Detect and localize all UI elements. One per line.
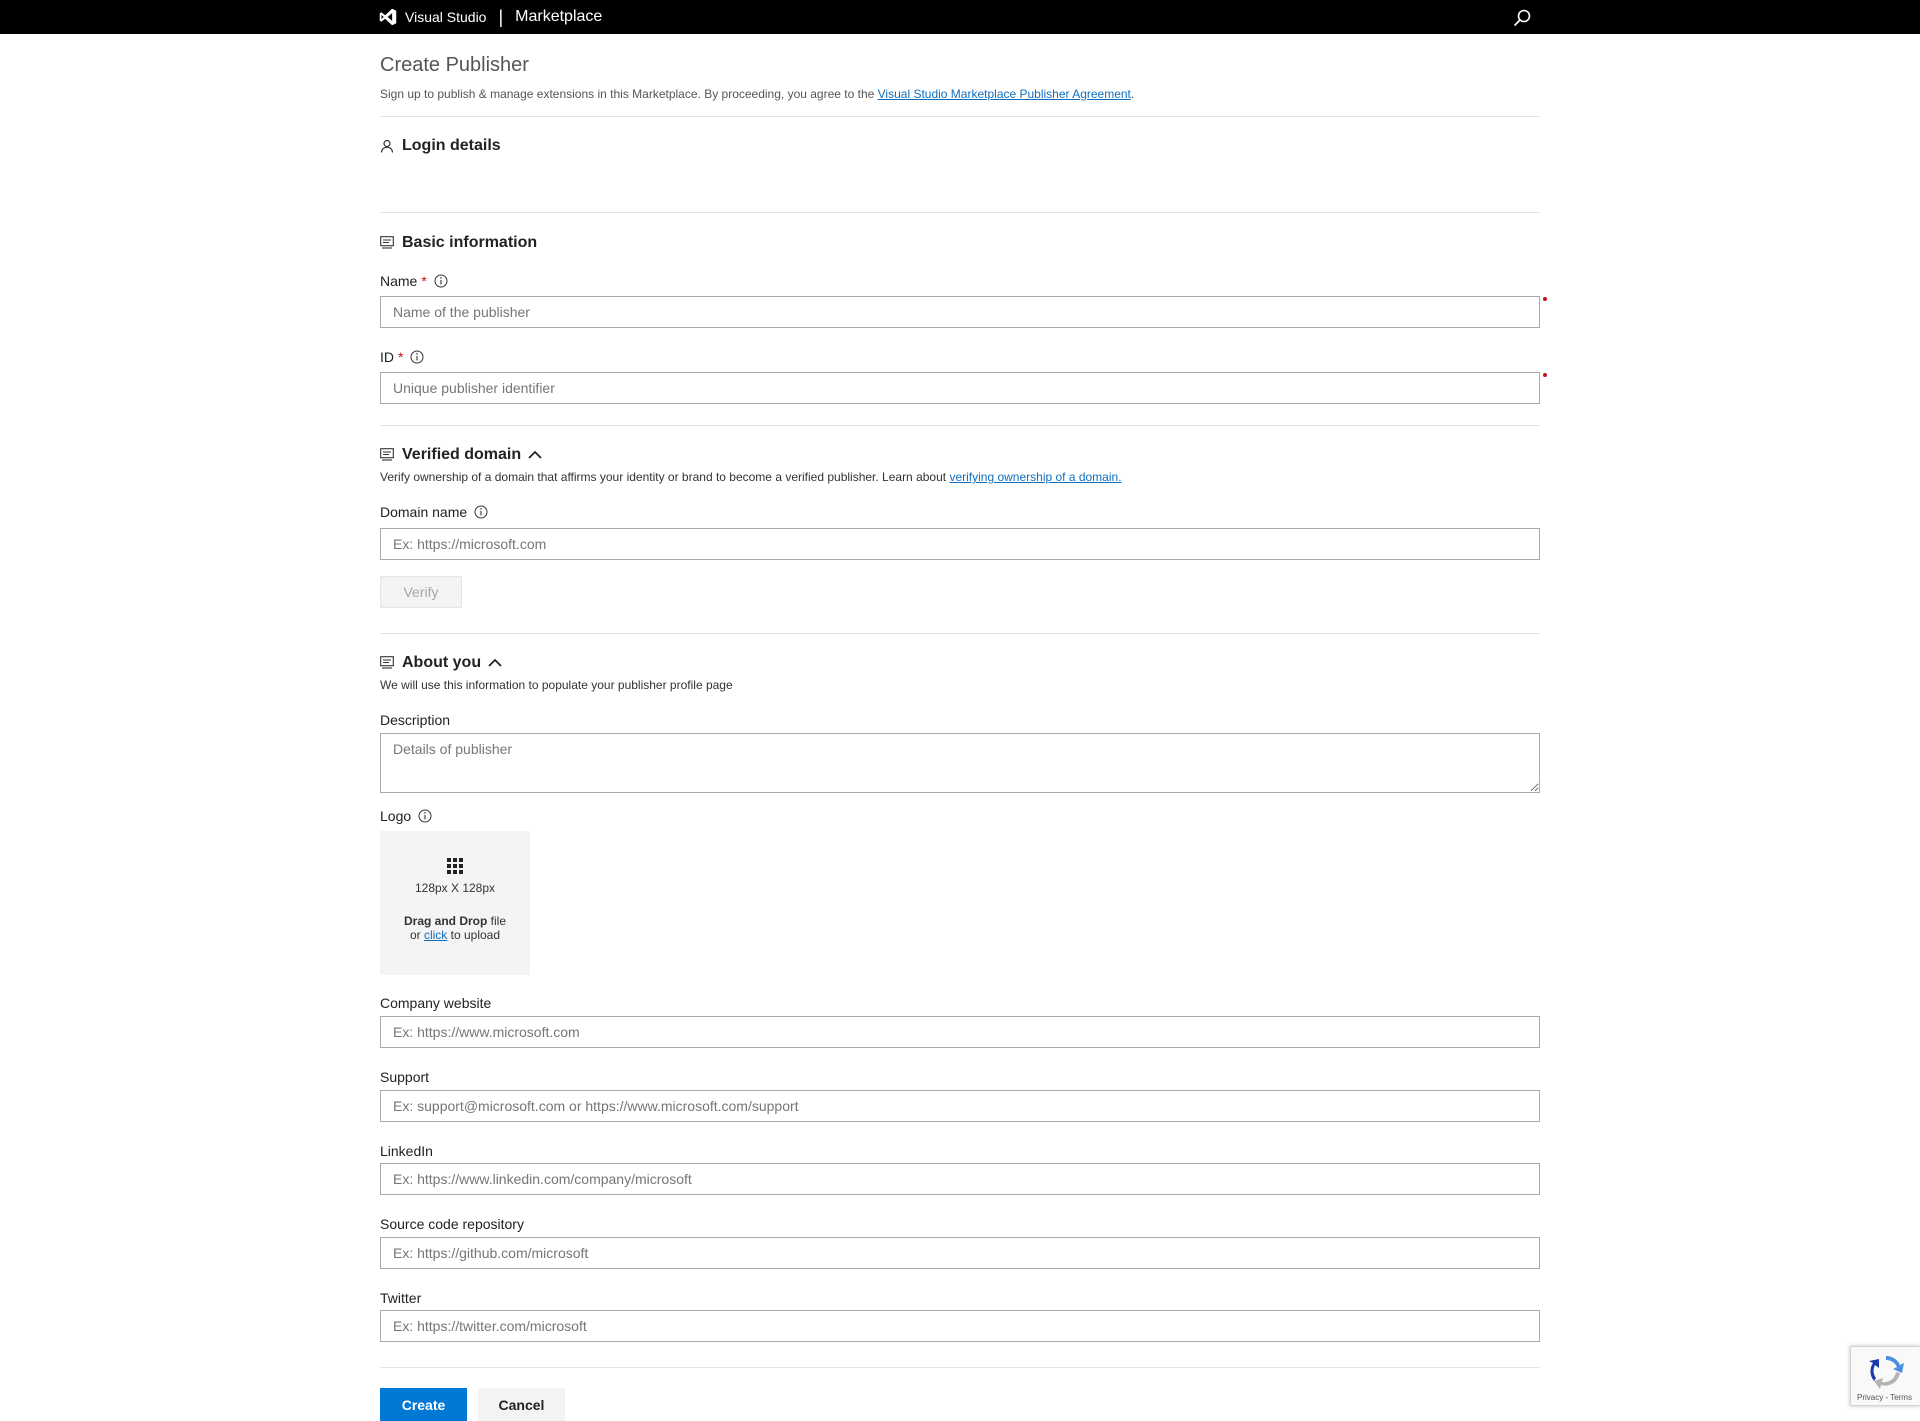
drag-file-text: file [487, 914, 507, 928]
upload-text: to upload [447, 928, 501, 942]
support-input[interactable] [380, 1090, 1540, 1122]
chevron-up-icon[interactable] [527, 447, 543, 463]
name-input[interactable] [380, 296, 1540, 328]
verified-domain-description: Verify ownership of a domain that affirm… [380, 470, 1122, 484]
logo-drop-instructions: Drag and Drop file or click to upload [380, 914, 530, 942]
company-website-input[interactable] [380, 1016, 1540, 1048]
required-asterisk: * [421, 273, 427, 289]
brand[interactable]: Visual Studio | Marketplace [379, 0, 602, 34]
id-input[interactable] [380, 372, 1540, 404]
about-you-header: About you [380, 654, 503, 672]
cancel-button[interactable]: Cancel [478, 1388, 565, 1421]
logo-upload-dropzone[interactable]: 128px X 128px Drag and Drop file or clic… [380, 831, 530, 975]
id-label-text: ID [380, 349, 394, 365]
source-code-repository-label: Source code repository [380, 1216, 524, 1232]
description-label-text: Description [380, 712, 451, 728]
name-label: Name * [380, 273, 448, 289]
verified-domain-header: Verified domain [380, 446, 543, 464]
source-code-repository-input[interactable] [380, 1237, 1540, 1269]
twitter-input[interactable] [380, 1310, 1540, 1342]
id-label: ID * [380, 349, 424, 365]
top-navigation-bar: Visual Studio | Marketplace [0, 0, 1920, 34]
recaptcha-icon [1869, 1355, 1904, 1389]
login-details-title: Login details [402, 137, 501, 154]
basic-information-title: Basic information [402, 234, 538, 251]
verified-domain-title: Verified domain [402, 446, 522, 463]
chevron-up-icon[interactable] [487, 655, 503, 671]
brand-marketplace[interactable]: Marketplace [515, 8, 602, 26]
support-label: Support [380, 1069, 429, 1085]
support-label-text: Support [380, 1069, 430, 1085]
about-you-title: About you [402, 654, 482, 671]
drag-and-drop-text: Drag and Drop [403, 914, 488, 928]
name-label-text: Name [380, 273, 418, 289]
form-icon [380, 448, 394, 461]
visual-studio-logo-icon [379, 8, 397, 26]
search-icon[interactable] [1512, 8, 1532, 28]
domain-name-label: Domain name [380, 504, 488, 520]
description-label: Description [380, 712, 450, 728]
login-details-header: Login details [380, 137, 501, 155]
description-textarea[interactable] [380, 733, 1540, 793]
info-icon[interactable] [410, 350, 424, 364]
form-icon [380, 236, 394, 249]
divider [380, 633, 1540, 634]
info-icon[interactable] [418, 809, 432, 823]
linkedin-label: LinkedIn [380, 1143, 433, 1159]
twitter-label: Twitter [380, 1290, 421, 1306]
source-code-repository-label-text: Source code repository [380, 1216, 524, 1232]
required-asterisk: * [398, 349, 404, 365]
intro-text-body: Sign up to publish & manage extensions i… [380, 87, 878, 101]
divider [380, 425, 1540, 426]
company-website-label: Company website [380, 995, 491, 1011]
intro-text: Sign up to publish & manage extensions i… [380, 87, 1134, 101]
click-to-upload-link[interactable]: click [424, 928, 447, 942]
required-indicator [1543, 297, 1547, 301]
divider [380, 212, 1540, 213]
grid-icon [447, 858, 463, 874]
brand-visual-studio: Visual Studio [405, 9, 487, 25]
brand-separator: | [498, 6, 504, 27]
create-button[interactable]: Create [380, 1388, 467, 1421]
logo-label-text: Logo [380, 808, 412, 824]
linkedin-label-text: LinkedIn [380, 1143, 433, 1159]
divider [380, 1367, 1540, 1368]
intro-text-end: . [1130, 87, 1135, 101]
publisher-agreement-link[interactable]: Visual Studio Marketplace Publisher Agre… [878, 87, 1131, 101]
recaptcha-privacy-terms[interactable]: Privacy - Terms [1857, 1393, 1912, 1402]
logo-size-text: 128px X 128px [414, 881, 496, 895]
or-text: or [409, 928, 424, 942]
verified-domain-desc-text: Verify ownership of a domain that affirm… [380, 470, 950, 484]
recaptcha-badge[interactable]: Privacy - Terms [1850, 1346, 1920, 1406]
domain-name-label-text: Domain name [380, 504, 468, 520]
about-you-description: We will use this information to populate… [380, 678, 733, 692]
form-icon [380, 656, 394, 669]
linkedin-input[interactable] [380, 1163, 1540, 1195]
divider [380, 116, 1540, 117]
verify-domain-link[interactable]: verifying ownership of a domain. [949, 470, 1121, 484]
verify-button[interactable]: Verify [380, 576, 462, 608]
logo-label: Logo [380, 808, 432, 824]
page-title: Create Publisher [380, 54, 529, 76]
info-icon[interactable] [474, 505, 488, 519]
info-icon[interactable] [434, 274, 448, 288]
domain-name-input[interactable] [380, 528, 1540, 560]
basic-information-header: Basic information [380, 234, 537, 252]
twitter-label-text: Twitter [380, 1290, 422, 1306]
company-website-label-text: Company website [380, 995, 492, 1011]
required-indicator [1543, 373, 1547, 377]
person-icon [380, 139, 394, 153]
